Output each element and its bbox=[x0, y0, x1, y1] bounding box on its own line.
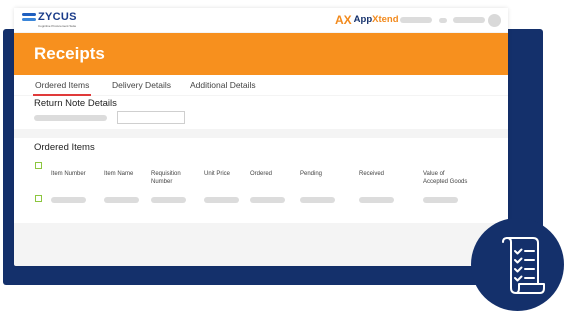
return-note-value-placeholder bbox=[34, 115, 107, 121]
zycus-logo[interactable]: ZYCUS Cognitive Procurement Suite bbox=[22, 11, 77, 28]
top-bar: ZYCUS Cognitive Procurement Suite AX App… bbox=[14, 8, 508, 32]
return-note-input[interactable] bbox=[117, 111, 185, 124]
row-cell-unit-price-placeholder bbox=[204, 197, 239, 203]
page-header-banner: Receipts bbox=[14, 33, 508, 75]
zycus-logo-text: ZYCUS bbox=[38, 11, 77, 23]
row-cell-item-name-placeholder bbox=[104, 197, 139, 203]
zycus-logo-icon bbox=[22, 12, 36, 22]
row-cell-ordered-placeholder bbox=[250, 197, 285, 203]
page-title: Receipts bbox=[34, 44, 105, 63]
column-header-item-name: Item Name bbox=[104, 171, 134, 177]
user-avatar[interactable] bbox=[488, 14, 501, 27]
appxtend-name-part2: Xtend bbox=[372, 14, 399, 25]
checklist-scroll-icon bbox=[471, 218, 564, 311]
row-checkbox[interactable] bbox=[35, 195, 42, 202]
zycus-logo-tagline: Cognitive Procurement Suite bbox=[38, 24, 77, 28]
row-cell-pending-placeholder bbox=[300, 197, 335, 203]
app-window: ZYCUS Cognitive Procurement Suite AX App… bbox=[14, 8, 508, 266]
tab-ordered-items[interactable]: Ordered Items bbox=[32, 80, 92, 96]
column-header-requisition-number: Requisition Number bbox=[151, 171, 181, 185]
appxtend-mark-icon: AX bbox=[335, 13, 352, 27]
row-cell-item-number-placeholder bbox=[51, 197, 86, 203]
ordered-items-title: Ordered Items bbox=[34, 142, 95, 153]
select-all-checkbox[interactable] bbox=[35, 162, 42, 169]
column-header-value-of-accepted-goods: Value of Accepted Goods bbox=[423, 171, 468, 185]
row-cell-received-placeholder bbox=[359, 197, 394, 203]
return-note-title: Return Note Details bbox=[34, 98, 117, 109]
tab-delivery-details[interactable]: Delivery Details bbox=[112, 80, 171, 90]
appxtend-name-part1: App bbox=[353, 14, 373, 25]
column-header-unit-price: Unit Price bbox=[204, 171, 231, 177]
appxtend-name: AppXtend bbox=[354, 14, 399, 26]
column-header-received: Received bbox=[359, 171, 385, 177]
appxtend-logo[interactable]: AX AppXtend bbox=[335, 14, 399, 26]
tab-bar: Ordered Items Delivery Details Additiona… bbox=[14, 75, 508, 96]
row-cell-value-placeholder bbox=[423, 197, 458, 203]
checklist-scroll-icon-graphic bbox=[502, 237, 545, 294]
nav-placeholder-2[interactable] bbox=[439, 18, 447, 23]
column-header-pending: Pending bbox=[300, 171, 323, 177]
tab-additional-details[interactable]: Additional Details bbox=[190, 80, 256, 90]
nav-placeholder-1[interactable] bbox=[400, 17, 432, 23]
column-header-item-number: Item Number bbox=[51, 171, 86, 177]
nav-placeholder-3[interactable] bbox=[453, 17, 485, 23]
row-cell-requisition-number-placeholder bbox=[151, 197, 186, 203]
ordered-items-section: Ordered Items Item Number Item Name Requ… bbox=[14, 138, 508, 223]
column-header-ordered: Ordered bbox=[250, 171, 273, 177]
return-note-section: Return Note Details bbox=[14, 96, 508, 129]
